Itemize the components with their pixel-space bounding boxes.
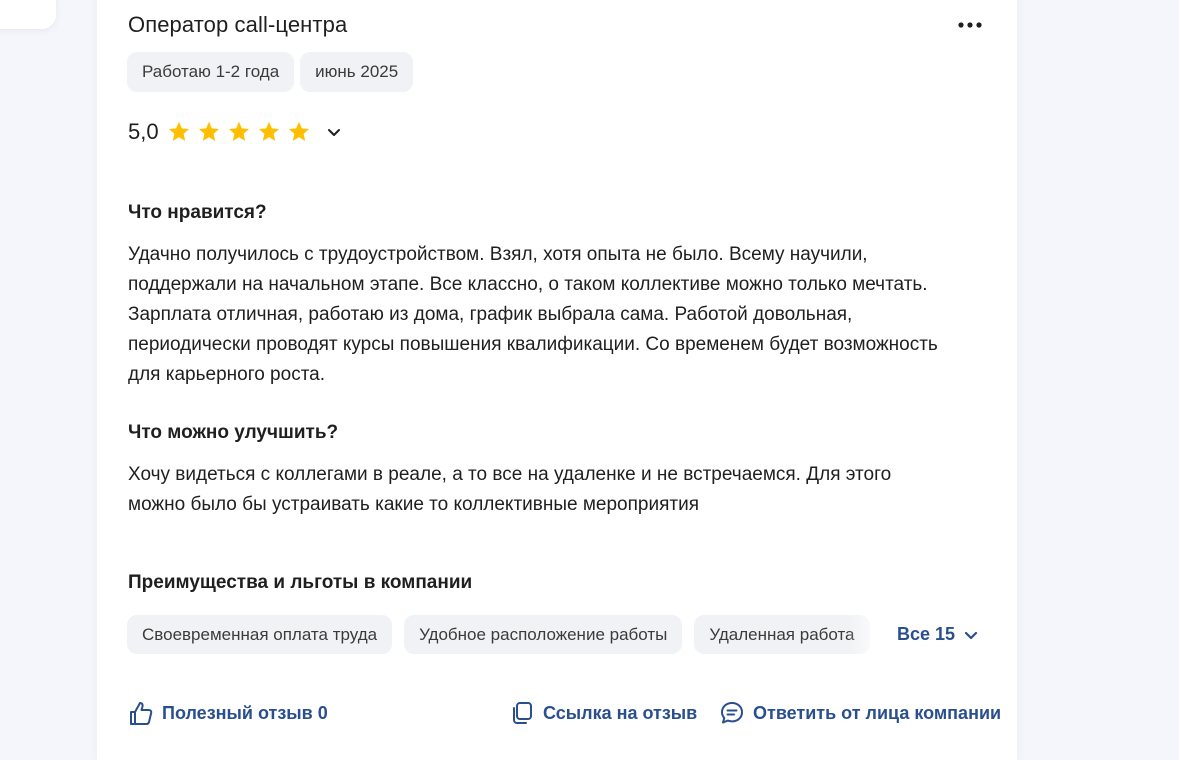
rating-stars [167, 120, 311, 144]
benefit-chip: Удаленная работа [694, 615, 870, 654]
benefits-fade [847, 615, 887, 654]
side-card [0, 0, 56, 29]
more-options-button[interactable] [952, 12, 988, 38]
chevron-down-icon [964, 631, 978, 639]
likes-heading: Что нравится? [128, 202, 267, 223]
improve-text: Хочу видеться с коллегами в реале, а то … [128, 464, 892, 515]
rating: 5,0 [128, 119, 343, 145]
likes-text: Удачно получилось с трудоустройством. Вз… [128, 244, 938, 385]
company-reply-button[interactable]: Ответить от лица компании [719, 700, 1001, 726]
tag-experience: Работаю 1-2 года [127, 52, 295, 92]
star-icon [258, 121, 279, 141]
star-icon [228, 121, 249, 141]
helpful-review-label: Полезный отзыв 0 [162, 702, 328, 723]
thumbs-up-icon [130, 702, 153, 725]
benefit-chip: Своевременная оплата труда [127, 615, 393, 654]
star-icon [288, 121, 309, 141]
benefits-list: Своевременная оплата труда Удобное распо… [127, 615, 887, 654]
star-icon [168, 121, 189, 141]
benefit-chip: Удобное расположение работы [404, 615, 683, 654]
rating-value: 5,0 [128, 119, 159, 144]
more-dots-icon [958, 22, 982, 28]
review-link-label: Ссылка на отзыв [543, 702, 698, 723]
review-title: Оператор call-центра [128, 12, 348, 37]
company-reply-label: Ответить от лица компании [753, 702, 1002, 723]
improve-heading: Что можно улучшить? [128, 422, 339, 443]
copy-icon [513, 702, 532, 724]
benefits-heading: Преимущества и льготы в компании [128, 572, 473, 593]
review-link-button[interactable]: Ссылка на отзыв [509, 700, 697, 726]
star-icon [198, 121, 219, 141]
chevron-down-icon[interactable] [325, 123, 343, 141]
all-benefits-label: Все 15 [897, 624, 956, 644]
review-tags: Работаю 1-2 года июнь 2025 [127, 52, 414, 92]
chat-bubble-icon [721, 702, 743, 724]
helpful-review-button[interactable]: Полезный отзыв 0 [128, 700, 328, 726]
tag-date: июнь 2025 [300, 52, 414, 92]
all-benefits-button[interactable]: Все 15 [897, 624, 979, 645]
